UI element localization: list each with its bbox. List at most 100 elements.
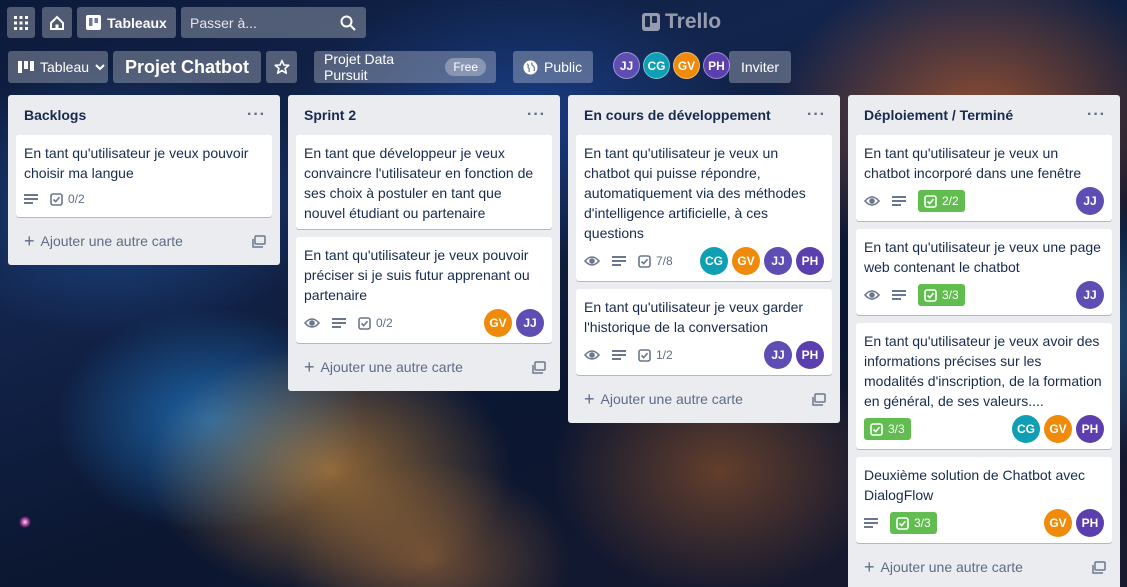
card-template-icon[interactable] [252,234,266,248]
star-button[interactable] [266,51,297,83]
plus-icon: + [304,357,315,377]
list-title[interactable]: Backlogs [24,107,86,123]
list-done: Déploiement / Terminé ··· En tant qu'uti… [848,95,1120,587]
add-card-button[interactable]: + Ajouter une autre carte [296,351,552,383]
board-title[interactable]: Projet Chatbot [113,51,261,83]
apps-button[interactable] [7,7,35,38]
avatar[interactable]: PH [1076,509,1104,537]
add-card-button[interactable]: + Ajouter une autre carte [576,383,832,415]
card[interactable]: En tant qu'utilisateur je veux garder l'… [576,289,832,375]
card-title: En tant que développeur je veux convainc… [304,145,534,221]
card[interactable]: En tant qu'utilisateur je veux pouvoir p… [296,237,552,343]
team-button[interactable]: Projet Data Pursuit Free [314,51,496,83]
avatar[interactable]: JJ [1076,281,1104,309]
checklist-icon [924,288,937,302]
description-icon [892,284,906,306]
card[interactable]: Deuxième solution de Chatbot avec Dialog… [856,457,1112,543]
card-title: En tant qu'utilisateur je veux avoir des… [864,333,1102,409]
avatar[interactable]: CG [643,52,670,79]
boards-label: Tableaux [107,14,167,31]
avatar[interactable]: GV [1044,509,1072,537]
checklist-badge: 0/2 [50,188,85,210]
avatar[interactable]: PH [1076,415,1104,443]
card[interactable]: En tant que développeur je veux convainc… [296,135,552,229]
card[interactable]: En tant qu'utilisateur je veux un chatbo… [856,135,1112,221]
avatar[interactable]: CG [700,247,728,275]
list-menu-icon[interactable]: ··· [247,107,266,123]
checklist-icon [50,192,63,206]
avatar[interactable]: CG [1012,415,1040,443]
card[interactable]: En tant qu'utilisateur je veux une page … [856,229,1112,315]
avatar[interactable]: GV [484,309,512,337]
home-button[interactable] [42,7,72,38]
card-badges: 3/3 GV PH [864,509,1104,537]
add-card-label: Ajouter une autre carte [320,359,463,375]
checklist-count: 0/2 [376,316,393,330]
add-card-button[interactable]: + Ajouter une autre carte [856,551,1112,583]
list-header: Déploiement / Terminé ··· [856,95,1112,135]
avatar[interactable]: GV [673,52,700,79]
avatar[interactable]: JJ [764,247,792,275]
checklist-badge: 1/2 [638,344,673,366]
checklist-icon [924,194,937,208]
top-header: Tableaux Passer à... Trello [0,0,1127,44]
home-icon [49,15,65,31]
board-view-icon [18,61,34,73]
list-sprint-2: Sprint 2 ··· En tant que développeur je … [288,95,560,391]
list-title[interactable]: En cours de développement [584,107,771,123]
avatar[interactable]: JJ [613,52,640,79]
apps-grid-icon [14,15,28,30]
add-card-button[interactable]: + Ajouter une autre carte [16,225,272,257]
card-badges: 1/2 JJ PH [584,341,824,369]
card[interactable]: En tant qu'utilisateur je veux pouvoir c… [16,135,272,217]
avatar[interactable]: JJ [764,341,792,369]
list-menu-icon[interactable]: ··· [807,107,826,123]
star-icon [273,59,290,75]
list-menu-icon[interactable]: ··· [527,107,546,123]
avatar[interactable]: PH [796,247,824,275]
visibility-button[interactable]: Public [513,51,593,83]
globe-icon [523,60,538,75]
logo-text: Trello [665,10,722,33]
card-badges: 3/3 CG GV PH [864,415,1104,443]
avatar[interactable]: PH [703,52,730,79]
trello-logo-icon [642,13,660,31]
search-input[interactable]: Passer à... [181,7,366,38]
boards-icon [86,15,102,30]
card-members: JJ [1076,281,1104,309]
checklist-badge: 3/3 [918,284,965,306]
search-icon [340,15,356,31]
card-badges: 2/2 JJ [864,187,1104,215]
plus-icon: + [584,389,595,409]
card[interactable]: En tant qu'utilisateur je veux un chatbo… [576,135,832,281]
card-members: GV PH [1044,509,1104,537]
list-backlogs: Backlogs ··· En tant qu'utilisateur je v… [8,95,280,265]
team-label: Projet Data Pursuit [324,51,395,83]
card-template-icon[interactable] [812,392,826,406]
checklist-icon [870,422,883,436]
avatar[interactable]: JJ [516,309,544,337]
card-template-icon[interactable] [532,360,546,374]
avatar[interactable]: GV [732,247,760,275]
invite-button[interactable]: Inviter [729,51,791,83]
list-title[interactable]: Déploiement / Terminé [864,107,1013,123]
trello-logo[interactable]: Trello [642,9,721,35]
card-template-icon[interactable] [1092,560,1106,574]
card-title: En tant qu'utilisateur je veux une page … [864,239,1101,275]
card[interactable]: En tant qu'utilisateur je veux avoir des… [856,323,1112,449]
avatar[interactable]: JJ [1076,187,1104,215]
avatar[interactable]: PH [796,341,824,369]
avatar[interactable]: GV [1044,415,1072,443]
board-view-switcher[interactable]: Tableau [8,51,108,83]
list-menu-icon[interactable]: ··· [1087,107,1106,123]
checklist-count: 0/2 [68,192,85,206]
boards-button[interactable]: Tableaux [77,7,176,38]
search-placeholder: Passer à... [190,14,257,31]
card-title: En tant qu'utilisateur je veux un chatbo… [584,145,806,241]
card-members: GV JJ [484,309,544,337]
checklist-count: 3/3 [914,516,931,530]
checklist-icon [638,254,651,268]
board-members: JJ CG GV PH [613,52,730,79]
description-icon [612,344,626,366]
list-title[interactable]: Sprint 2 [304,107,356,123]
